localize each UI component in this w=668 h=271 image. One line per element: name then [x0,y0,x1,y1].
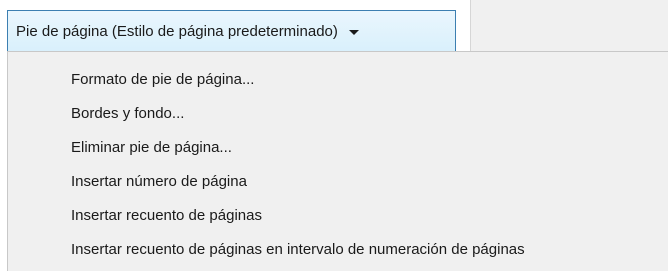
footer-context-menu: Formato de pie de página... Bordes y fon… [7,51,668,271]
menu-item-borders-background[interactable]: Bordes y fondo... [8,98,668,128]
menu-item-insert-page-count-range[interactable]: Insertar recuento de páginas en interval… [8,234,668,264]
menu-item-label: Eliminar pie de página... [71,138,232,156]
menu-item-delete-footer[interactable]: Eliminar pie de página... [8,132,668,162]
document-area [470,0,668,52]
footer-dropdown-button[interactable]: Pie de página (Estilo de página predeter… [7,10,456,51]
menu-item-label: Insertar recuento de páginas en interval… [71,240,525,258]
menu-item-insert-page-count[interactable]: Insertar recuento de páginas [8,200,668,230]
menu-item-label: Insertar número de página [71,172,247,190]
footer-dropdown-label: Pie de página (Estilo de página predeter… [16,22,338,40]
menu-item-label: Insertar recuento de páginas [71,206,262,224]
chevron-down-icon [348,29,359,35]
menu-item-insert-page-number[interactable]: Insertar número de página [8,166,668,196]
menu-item-label: Bordes y fondo... [71,104,185,122]
menu-item-label: Formato de pie de página... [71,70,255,88]
menu-item-format-footer[interactable]: Formato de pie de página... [8,64,668,94]
